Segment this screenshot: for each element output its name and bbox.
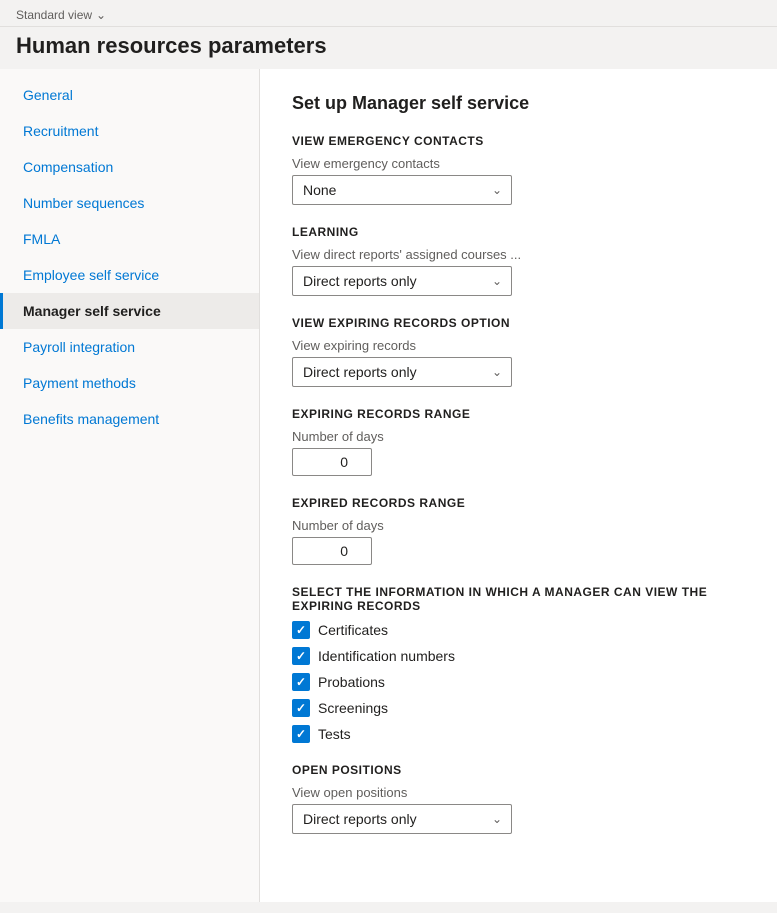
- sidebar-item-employee-self-service[interactable]: Employee self service: [0, 257, 259, 293]
- view-expiring-field-label: View expiring records: [292, 338, 745, 353]
- learning-select-wrapper: None Direct reports only All reports ⌄: [292, 266, 512, 296]
- checkmark-icon: ✓: [296, 728, 306, 740]
- emergency-contacts-upper-label: VIEW EMERGENCY CONTACTS: [292, 134, 745, 148]
- checkbox-tests[interactable]: ✓: [292, 725, 310, 743]
- open-positions-select-wrapper: None Direct reports only All reports ⌄: [292, 804, 512, 834]
- view-expiring-select[interactable]: None Direct reports only All reports: [292, 357, 512, 387]
- checkbox-group-tests: ✓ Tests: [292, 725, 745, 743]
- learning-upper-label: LEARNING: [292, 225, 745, 239]
- checkbox-label-identification-numbers: Identification numbers: [318, 648, 455, 664]
- sidebar: GeneralRecruitmentCompensationNumber seq…: [0, 69, 260, 902]
- checkmark-icon: ✓: [296, 702, 306, 714]
- view-expiring-select-wrapper: None Direct reports only All reports ⌄: [292, 357, 512, 387]
- expired-range-field-label: Number of days: [292, 518, 745, 533]
- expired-range-group: EXPIRED RECORDS RANGE Number of days: [292, 496, 745, 565]
- content-section-title: Set up Manager self service: [292, 93, 745, 114]
- open-positions-select[interactable]: None Direct reports only All reports: [292, 804, 512, 834]
- checkbox-label-certificates: Certificates: [318, 622, 388, 638]
- learning-group: LEARNING View direct reports' assigned c…: [292, 225, 745, 296]
- chevron-down-icon: ⌄: [96, 8, 106, 22]
- info-select-group: SELECT THE INFORMATION IN WHICH A MANAGE…: [292, 585, 745, 743]
- checkmark-icon: ✓: [296, 650, 306, 662]
- checkbox-identification-numbers[interactable]: ✓: [292, 647, 310, 665]
- checkmark-icon: ✓: [296, 676, 306, 688]
- checkbox-label-tests: Tests: [318, 726, 351, 742]
- view-expiring-group: VIEW EXPIRING RECORDS OPTION View expiri…: [292, 316, 745, 387]
- main-content: Set up Manager self service VIEW EMERGEN…: [260, 69, 777, 902]
- learning-field-label: View direct reports' assigned courses ..…: [292, 247, 745, 262]
- sidebar-item-compensation[interactable]: Compensation: [0, 149, 259, 185]
- sidebar-item-manager-self-service[interactable]: Manager self service: [0, 293, 259, 329]
- open-positions-group: OPEN POSITIONS View open positions None …: [292, 763, 745, 834]
- open-positions-upper-label: OPEN POSITIONS: [292, 763, 745, 777]
- expired-range-upper-label: EXPIRED RECORDS RANGE: [292, 496, 745, 510]
- sidebar-item-fmla[interactable]: FMLA: [0, 221, 259, 257]
- standard-view-label: Standard view: [16, 8, 92, 22]
- checkbox-label-probations: Probations: [318, 674, 385, 690]
- standard-view-dropdown[interactable]: Standard view ⌄: [16, 8, 761, 22]
- expiring-range-input[interactable]: [292, 448, 372, 476]
- checkbox-probations[interactable]: ✓: [292, 673, 310, 691]
- emergency-contacts-field-label: View emergency contacts: [292, 156, 745, 171]
- info-select-upper-label: SELECT THE INFORMATION IN WHICH A MANAGE…: [292, 585, 745, 613]
- open-positions-field-label: View open positions: [292, 785, 745, 800]
- view-expiring-upper-label: VIEW EXPIRING RECORDS OPTION: [292, 316, 745, 330]
- sidebar-item-payment-methods[interactable]: Payment methods: [0, 365, 259, 401]
- checkbox-group-identification-numbers: ✓ Identification numbers: [292, 647, 745, 665]
- page-title: Human resources parameters: [0, 27, 777, 69]
- checkbox-label-screenings: Screenings: [318, 700, 388, 716]
- checkmark-icon: ✓: [296, 624, 306, 636]
- emergency-contacts-group: VIEW EMERGENCY CONTACTS View emergency c…: [292, 134, 745, 205]
- expiring-range-upper-label: EXPIRING RECORDS RANGE: [292, 407, 745, 421]
- learning-select[interactable]: None Direct reports only All reports: [292, 266, 512, 296]
- expiring-range-group: EXPIRING RECORDS RANGE Number of days: [292, 407, 745, 476]
- sidebar-item-number-sequences[interactable]: Number sequences: [0, 185, 259, 221]
- sidebar-item-payroll-integration[interactable]: Payroll integration: [0, 329, 259, 365]
- sidebar-item-benefits-management[interactable]: Benefits management: [0, 401, 259, 437]
- checkbox-group-probations: ✓ Probations: [292, 673, 745, 691]
- checkbox-certificates[interactable]: ✓: [292, 621, 310, 639]
- checkbox-group-screenings: ✓ Screenings: [292, 699, 745, 717]
- checkboxes-container: ✓ Certificates ✓ Identification numbers ✓ Pro…: [292, 621, 745, 743]
- expiring-range-field-label: Number of days: [292, 429, 745, 444]
- expired-range-input[interactable]: [292, 537, 372, 565]
- emergency-contacts-select-wrapper: None Direct reports only All reports ⌄: [292, 175, 512, 205]
- sidebar-item-general[interactable]: General: [0, 77, 259, 113]
- emergency-contacts-select[interactable]: None Direct reports only All reports: [292, 175, 512, 205]
- checkbox-group-certificates: ✓ Certificates: [292, 621, 745, 639]
- sidebar-item-recruitment[interactable]: Recruitment: [0, 113, 259, 149]
- checkbox-screenings[interactable]: ✓: [292, 699, 310, 717]
